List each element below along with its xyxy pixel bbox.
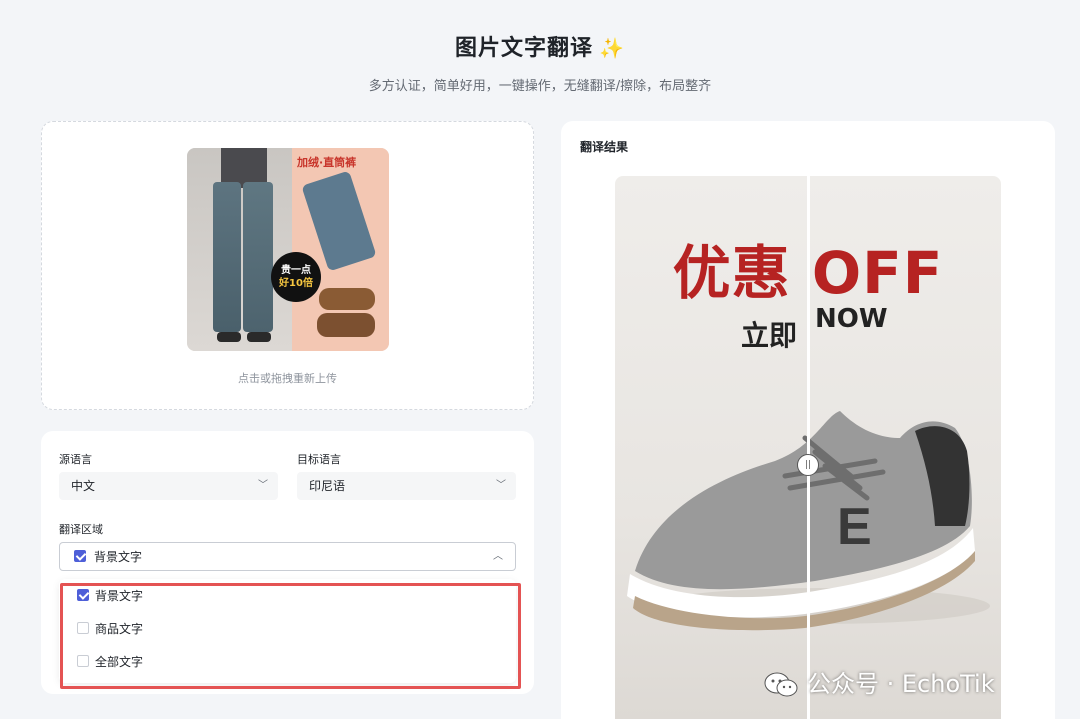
- page-subtitle: 多方认证，简单好用，一键操作，无缝翻译/擦除，布局整齐: [368, 79, 712, 94]
- target-language-value: 印尼语: [309, 479, 346, 493]
- annotation-highlight-box: [60, 583, 521, 689]
- wechat-icon: [764, 672, 798, 697]
- page-title-text: 图片文字翻译: [455, 36, 594, 61]
- target-language-select[interactable]: 印尼语 ﹀: [297, 472, 516, 500]
- checkbox-checked-icon: [74, 550, 86, 562]
- target-language-label: 目标语言: [297, 453, 341, 466]
- upload-dropzone[interactable]: 加绒·直筒裤 贵一点 好10倍 点击或拖拽重新上传: [41, 121, 534, 410]
- sparkle-icon: ✨: [599, 36, 625, 60]
- watermark-text: 公众号 · EchoTik: [807, 670, 995, 698]
- uploaded-image-thumbnail: 加绒·直筒裤 贵一点 好10倍: [187, 148, 389, 351]
- page-title: 图片文字翻译 ✨: [0, 30, 1080, 62]
- compare-slider-handle[interactable]: ||: [797, 454, 819, 476]
- source-language-select[interactable]: 中文 ﹀: [59, 472, 278, 500]
- source-language-value: 中文: [71, 479, 96, 493]
- upload-hint: 点击或拖拽重新上传: [238, 372, 337, 385]
- watermark: 公众号 · EchoTik: [763, 664, 995, 699]
- badge-line2: 好10倍: [279, 278, 313, 289]
- result-title: 翻译结果: [580, 140, 629, 154]
- shoe-letter: E: [837, 498, 872, 556]
- translation-area-select[interactable]: 背景文字 ︿: [59, 542, 516, 571]
- settings-panel: 源语言 中文 ﹀ 目标语言 印尼语 ﹀ 翻译区域 背景文字 ︿ 背景文字 商品文…: [41, 431, 534, 694]
- chevron-up-icon: ︿: [493, 551, 503, 562]
- result-panel: 翻译结果 优惠 OFF 立即 NOW E ||: [561, 121, 1055, 719]
- compare-divider[interactable]: [807, 176, 810, 719]
- chevron-down-icon: ﹀: [258, 480, 268, 491]
- result-comparison-image[interactable]: 优惠 OFF 立即 NOW E ||: [615, 176, 1001, 719]
- image-tag-text: 加绒·直筒裤: [297, 156, 357, 169]
- translation-area-label: 翻译区域: [59, 523, 103, 536]
- source-language-label: 源语言: [59, 453, 92, 466]
- chevron-down-icon: ﹀: [496, 480, 506, 491]
- badge-line1: 贵一点: [281, 265, 311, 276]
- image-badge: 贵一点 好10倍: [271, 252, 321, 302]
- translation-area-value: 背景文字: [94, 550, 143, 564]
